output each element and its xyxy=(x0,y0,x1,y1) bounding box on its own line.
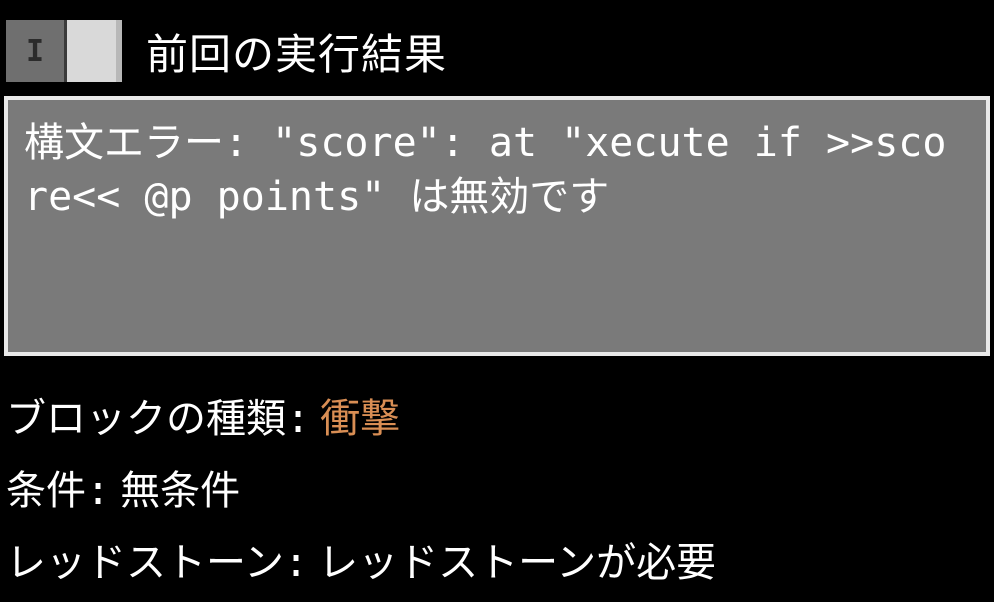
previous-output-header: I 前回の実行結果 xyxy=(0,0,994,96)
redstone-label: レッドストーン: xyxy=(6,530,308,588)
toggle-off-indicator: I xyxy=(6,20,64,82)
previous-output-title: 前回の実行結果 xyxy=(146,21,447,82)
condition-value: 無条件 xyxy=(120,458,240,516)
command-block-settings: ブロックの種類: 衝撃 条件: 無条件 レッドストーン: レッドストーンが必要 xyxy=(0,386,994,602)
previous-output-toggle[interactable]: I xyxy=(6,20,122,82)
command-block-screen: I 前回の実行結果 構文エラー: "score": at "xecute if … xyxy=(0,0,994,602)
block-type-value: 衝撃 xyxy=(320,386,400,444)
block-type-row[interactable]: ブロックの種類: 衝撃 xyxy=(6,386,988,444)
condition-label: 条件: xyxy=(6,458,110,516)
previous-output-text: 構文エラー: "score": at "xecute if >>score<< … xyxy=(24,120,946,220)
redstone-value: レッドストーンが必要 xyxy=(318,530,716,588)
block-type-label: ブロックの種類: xyxy=(6,386,310,444)
previous-output-box: 構文エラー: "score": at "xecute if >>score<< … xyxy=(4,96,990,356)
condition-row[interactable]: 条件: 無条件 xyxy=(6,458,988,516)
redstone-row[interactable]: レッドストーン: レッドストーンが必要 xyxy=(6,530,988,588)
toggle-knob xyxy=(64,20,122,82)
